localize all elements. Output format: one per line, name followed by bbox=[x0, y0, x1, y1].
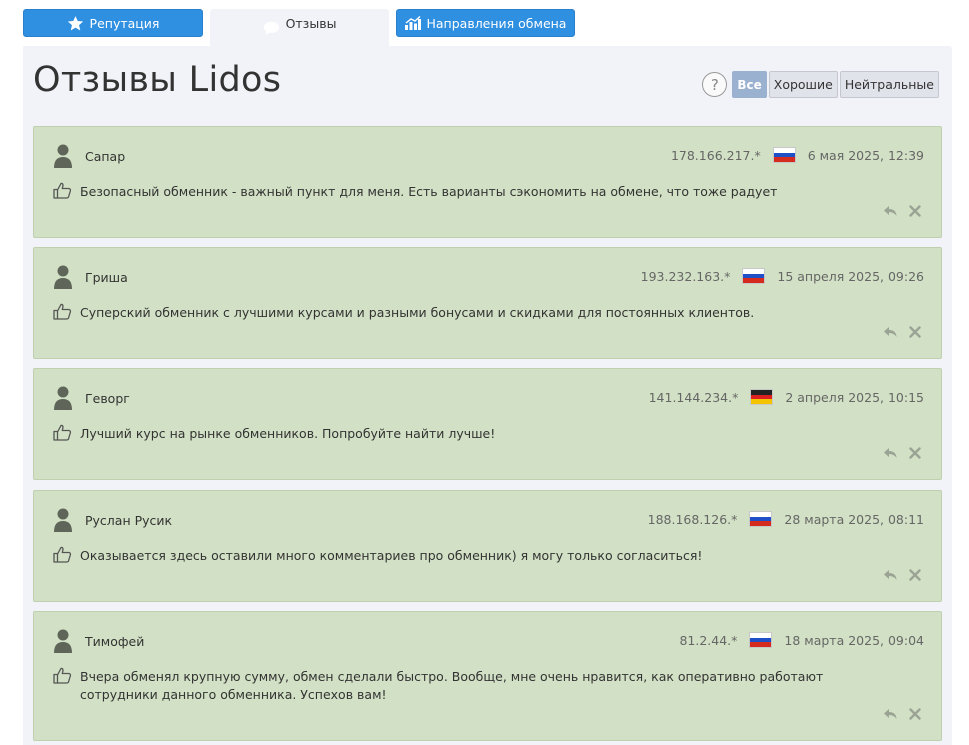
review-ip: 193.232.163.* bbox=[640, 268, 731, 284]
star-icon bbox=[67, 15, 83, 30]
review-date: 6 мая 2025, 12:39 bbox=[807, 147, 924, 163]
filter-neutral-button[interactable]: Нейтральные bbox=[839, 71, 939, 98]
reply-icon[interactable] bbox=[883, 326, 898, 338]
reviews-panel: Отзывы Lidos ? Все Хорошие Нейтральные С… bbox=[23, 46, 952, 745]
review-date: 2 апреля 2025, 10:15 bbox=[785, 389, 924, 405]
review-item: Геворг 141.144.234.* 2 апреля 2025, 10:1… bbox=[33, 368, 942, 480]
review-author: Гриша bbox=[85, 270, 128, 285]
review-meta: 81.2.44.* 18 марта 2025, 09:04 bbox=[679, 632, 924, 648]
close-icon[interactable] bbox=[909, 326, 921, 338]
flag-russia-icon bbox=[742, 268, 766, 284]
review-actions bbox=[883, 447, 921, 459]
tab-directions[interactable]: Направления обмена bbox=[396, 9, 575, 37]
thumbs-up-icon bbox=[53, 182, 72, 199]
bar-chart-icon bbox=[404, 16, 421, 30]
user-icon bbox=[54, 386, 72, 410]
page-title: Отзывы Lidos bbox=[33, 60, 282, 100]
reply-icon[interactable] bbox=[883, 205, 898, 217]
flag-russia-icon bbox=[749, 632, 773, 648]
tab-reviews[interactable]: Отзывы bbox=[210, 9, 389, 46]
thumbs-up-icon bbox=[53, 546, 72, 563]
review-text: Суперский обменник с лучшими курсами и р… bbox=[80, 305, 755, 320]
user-icon bbox=[54, 629, 72, 653]
reply-icon[interactable] bbox=[883, 708, 898, 720]
review-ip: 141.144.234.* bbox=[648, 389, 739, 405]
flag-russia-icon bbox=[772, 147, 796, 163]
review-date: 15 апреля 2025, 09:26 bbox=[777, 268, 924, 284]
review-item: Гриша 193.232.163.* 15 апреля 2025, 09:2… bbox=[33, 247, 942, 359]
review-author: Руслан Русик bbox=[85, 513, 173, 528]
user-icon bbox=[54, 144, 72, 168]
tab-bar: Репутация Отзывы Направления обмена bbox=[23, 9, 953, 46]
review-ip: 178.166.217.* bbox=[670, 147, 761, 163]
user-icon bbox=[54, 265, 72, 289]
user-icon bbox=[54, 508, 72, 532]
filter-good-button[interactable]: Хорошие bbox=[768, 71, 838, 98]
review-date: 18 марта 2025, 09:04 bbox=[784, 632, 924, 648]
review-meta: 178.166.217.* 6 мая 2025, 12:39 bbox=[671, 147, 924, 163]
help-icon[interactable]: ? bbox=[702, 72, 728, 97]
thumbs-up-icon bbox=[53, 303, 72, 320]
tab-reputation-label: Репутация bbox=[89, 15, 160, 31]
speech-bubble-icon bbox=[263, 21, 279, 35]
review-ip: 81.2.44.* bbox=[679, 632, 738, 648]
close-icon[interactable] bbox=[909, 708, 921, 720]
review-text: Лучший курс на рынке обменников. Попробу… bbox=[80, 426, 496, 441]
close-icon[interactable] bbox=[909, 569, 921, 581]
review-meta: 141.144.234.* 2 апреля 2025, 10:15 bbox=[649, 389, 924, 405]
review-meta: 188.168.126.* 28 марта 2025, 08:11 bbox=[648, 511, 924, 527]
review-date: 28 марта 2025, 08:11 bbox=[784, 511, 924, 527]
reply-icon[interactable] bbox=[883, 569, 898, 581]
review-text: Вчера обменял крупную сумму, обмен сдела… bbox=[80, 669, 824, 702]
flag-russia-icon bbox=[749, 511, 773, 527]
close-icon[interactable] bbox=[909, 205, 921, 217]
review-meta: 193.232.163.* 15 апреля 2025, 09:26 bbox=[641, 268, 924, 284]
filter-all-button[interactable]: Все bbox=[732, 71, 767, 98]
review-item: Сапар 178.166.217.* 6 мая 2025, 12:39 Бе… bbox=[33, 126, 942, 238]
review-ip: 188.168.126.* bbox=[647, 511, 738, 527]
tab-directions-label: Направления обмена bbox=[426, 15, 567, 31]
close-icon[interactable] bbox=[909, 447, 921, 459]
review-author: Тимофей bbox=[85, 634, 145, 649]
thumbs-up-icon bbox=[53, 424, 72, 441]
tab-reviews-label: Отзывы bbox=[285, 15, 337, 31]
flag-germany-icon bbox=[750, 389, 774, 405]
tab-reputation[interactable]: Репутация bbox=[23, 9, 203, 37]
review-item: Руслан Русик 188.168.126.* 28 марта 2025… bbox=[33, 490, 942, 602]
review-actions bbox=[883, 708, 921, 720]
thumbs-up-icon bbox=[53, 667, 72, 684]
review-item: Тимофей 81.2.44.* 18 марта 2025, 09:04 В… bbox=[33, 611, 942, 741]
review-author: Сапар bbox=[85, 149, 126, 164]
review-text: Безопасный обменник - важный пункт для м… bbox=[80, 184, 778, 199]
review-text: Оказывается здесь оставили много коммент… bbox=[80, 548, 703, 563]
review-filters: ? Все Хорошие Нейтральные bbox=[702, 71, 939, 98]
review-actions bbox=[883, 569, 921, 581]
reply-icon[interactable] bbox=[883, 447, 898, 459]
review-actions bbox=[883, 326, 921, 338]
review-actions bbox=[883, 205, 921, 217]
review-author: Геворг bbox=[85, 391, 130, 406]
